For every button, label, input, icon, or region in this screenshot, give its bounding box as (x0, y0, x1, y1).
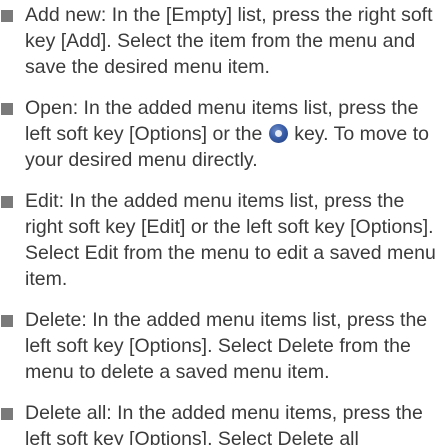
manual-page: Add new: In the [Empty] list, press the … (0, 0, 438, 445)
list-item-delete-all: Delete all: In the added menu items, pre… (0, 400, 438, 445)
list-item-edit: Edit: In the added menu items list, pres… (0, 188, 438, 292)
item-text: Add new: In the [Empty] list, press the … (25, 4, 433, 78)
list-item-open: Open: In the added menu items list, pres… (0, 95, 438, 173)
item-text: Delete: In the added menu items list, pr… (25, 309, 428, 383)
item-text: Delete all: In the added menu items, pre… (25, 402, 423, 445)
square-bullet-icon (1, 315, 13, 327)
instruction-list: Add new: In the [Empty] list, press the … (0, 2, 438, 445)
center-select-key-icon (268, 124, 288, 143)
list-item-delete: Delete: In the added menu items list, pr… (0, 307, 438, 385)
list-item-add-new: Add new: In the [Empty] list, press the … (0, 2, 438, 80)
square-bullet-icon (1, 10, 13, 22)
item-text: Edit: In the added menu items list, pres… (25, 190, 436, 290)
square-bullet-icon (1, 196, 13, 208)
square-bullet-icon (1, 103, 13, 115)
square-bullet-icon (1, 408, 13, 420)
